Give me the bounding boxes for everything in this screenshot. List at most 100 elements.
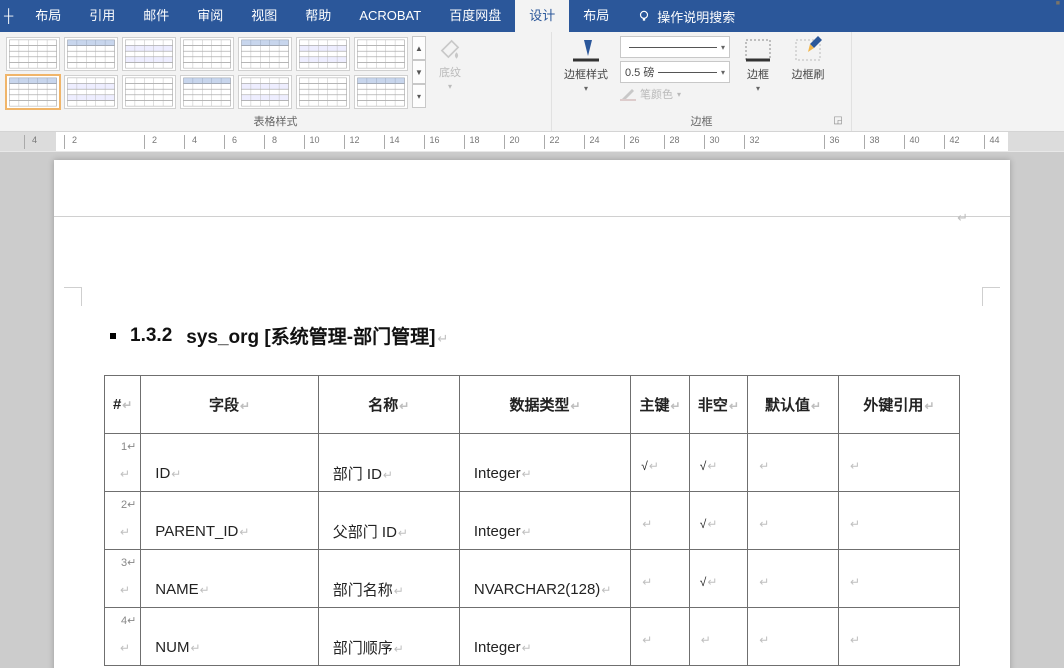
gallery-more-button[interactable]: ▾ (412, 84, 426, 108)
table-cell[interactable]: 部门顺序↵ (318, 608, 459, 666)
table-header-cell[interactable]: #↵ (105, 376, 141, 434)
table-cell[interactable]: 1↵↵ (105, 434, 141, 492)
table-cell[interactable]: ↵ (838, 550, 959, 608)
table-style-thumb[interactable] (6, 37, 60, 71)
table-style-thumb[interactable] (122, 75, 176, 109)
ribbon-tab-baidu[interactable]: 百度网盘 (435, 0, 515, 32)
table-style-thumb[interactable] (6, 75, 60, 109)
table-style-thumb[interactable] (296, 75, 350, 109)
table-style-thumb[interactable] (354, 75, 408, 109)
lightbulb-icon (637, 9, 651, 23)
margin-corner-tl (54, 260, 82, 288)
table-cell[interactable]: NVARCHAR2(128)↵ (459, 550, 630, 608)
border-btn-label: 边框 (747, 66, 769, 82)
table-cell[interactable]: ↵ (838, 492, 959, 550)
table-cell[interactable]: ID↵ (141, 434, 318, 492)
table-cell[interactable]: √↵ (689, 492, 747, 550)
table-cell[interactable]: ↵ (689, 608, 747, 666)
heading-row[interactable]: 1.3.2 sys_org [系统管理-部门管理]↵ (104, 322, 960, 349)
table-cell[interactable]: PARENT_ID↵ (141, 492, 318, 550)
table-cell[interactable]: 4↵↵ (105, 608, 141, 666)
heading-bullet-icon (110, 333, 116, 339)
borders-dialog-launcher[interactable]: ◲ (831, 115, 845, 129)
border-line-style-combo[interactable]: ▾ (620, 36, 730, 58)
margin-corner-tr (982, 260, 1010, 288)
table-style-thumb[interactable] (64, 37, 118, 71)
table-cell[interactable]: 父部门 ID↵ (318, 492, 459, 550)
table-header-cell[interactable]: 名称↵ (318, 376, 459, 434)
table-style-thumb[interactable] (354, 37, 408, 71)
table-cell[interactable]: ↵ (631, 608, 689, 666)
table-cell[interactable]: √↵ (631, 434, 689, 492)
gallery-down-button[interactable]: ▼ (412, 60, 426, 84)
shading-button[interactable]: 底纹 ▾ (426, 36, 474, 91)
table-row[interactable]: 2↵↵PARENT_ID↵父部门 ID↵Integer↵↵√↵↵↵ (105, 492, 960, 550)
ribbon-tab-mail[interactable]: 邮件 (129, 0, 183, 32)
table-cell[interactable]: ↵ (748, 492, 839, 550)
table-cell[interactable]: √↵ (689, 550, 747, 608)
table-styles-gallery[interactable]: ▲ ▼ ▾ (6, 36, 426, 110)
table-style-thumb[interactable] (122, 37, 176, 71)
table-cell[interactable]: ↵ (631, 492, 689, 550)
horizontal-ruler[interactable]: 4224681012141618202224262830323638404244 (0, 132, 1064, 152)
ribbon-tab-design[interactable]: 设计 (515, 0, 569, 32)
border-painter-button[interactable]: 边框刷 (786, 36, 830, 82)
table-header-cell[interactable]: 数据类型↵ (459, 376, 630, 434)
table-cell[interactable]: 部门名称↵ (318, 550, 459, 608)
gallery-up-button[interactable]: ▲ (412, 36, 426, 60)
document-workspace[interactable]: ↵ 1.3.2 sys_org [系统管理-部门管理]↵ #↵字段↵名称↵数据类… (0, 152, 1064, 668)
table-cell[interactable]: Integer↵ (459, 608, 630, 666)
table-cell[interactable]: ↵ (748, 550, 839, 608)
ribbon-tab-layout1[interactable]: 布局 (21, 0, 75, 32)
group-label-borders: 边框 (691, 116, 713, 128)
table-cell[interactable]: ↵ (838, 434, 959, 492)
ribbon-tab-help[interactable]: 帮助 (291, 0, 345, 32)
table-header-cell[interactable]: 主键↵ (631, 376, 689, 434)
table-style-thumb[interactable] (180, 37, 234, 71)
ribbon-tabs: ┼ 布局 引用 邮件 审阅 视图 帮助 ACROBAT 百度网盘 设计 布局 操… (0, 0, 1064, 32)
table-cell[interactable]: √↵ (689, 434, 747, 492)
table-header-cell[interactable]: 字段↵ (141, 376, 318, 434)
heading-number: 1.3.2 (130, 325, 172, 347)
table-cell[interactable]: Integer↵ (459, 434, 630, 492)
table-style-thumb[interactable] (296, 37, 350, 71)
table-header-cell[interactable]: 非空↵ (689, 376, 747, 434)
border-split-button[interactable]: 边框 ▾ (736, 36, 780, 93)
table-cell[interactable]: ↵ (631, 550, 689, 608)
table-style-thumb[interactable] (238, 75, 292, 109)
table-cell[interactable]: NUM↵ (141, 608, 318, 666)
table-cell[interactable]: 3↵↵ (105, 550, 141, 608)
db-table[interactable]: #↵字段↵名称↵数据类型↵主键↵非空↵默认值↵外键引用↵ 1↵↵ID↵部门 ID… (104, 375, 960, 666)
ribbon-tab-review[interactable]: 审阅 (183, 0, 237, 32)
table-cell[interactable]: 部门 ID↵ (318, 434, 459, 492)
table-header-cell[interactable]: 默认值↵ (748, 376, 839, 434)
table-header-cell[interactable]: 外键引用↵ (838, 376, 959, 434)
table-cell[interactable]: NAME↵ (141, 550, 318, 608)
table-style-thumb[interactable] (64, 75, 118, 109)
table-cell[interactable]: Integer↵ (459, 492, 630, 550)
table-row[interactable]: 4↵↵NUM↵部门顺序↵Integer↵↵↵↵↵ (105, 608, 960, 666)
ribbon-tab-layout2[interactable]: 布局 (569, 0, 623, 32)
table-style-thumb[interactable] (238, 37, 292, 71)
table-cell[interactable]: 2↵↵ (105, 492, 141, 550)
ribbon-body: ▲ ▼ ▾ 底纹 ▾ 表格样式 边框样式 ▾ ▾ 0.5 磅▾ (0, 32, 1064, 132)
border-weight-combo[interactable]: 0.5 磅▾ (620, 61, 730, 83)
ribbon-tab-frag[interactable]: ┼ (0, 0, 21, 32)
border-style-button[interactable]: 边框样式 ▾ (558, 36, 614, 93)
ribbon-tab-view[interactable]: 视图 (237, 0, 291, 32)
pen-color-label: 笔颜色 (640, 86, 673, 102)
table-row[interactable]: 3↵↵NAME↵部门名称↵NVARCHAR2(128)↵↵√↵↵↵ (105, 550, 960, 608)
ribbon-tab-references[interactable]: 引用 (75, 0, 129, 32)
pen-icon (620, 87, 636, 101)
border-combos: ▾ 0.5 磅▾ 笔颜色▾ (620, 36, 730, 102)
table-style-thumb[interactable] (180, 75, 234, 109)
pen-color-button[interactable]: 笔颜色▾ (620, 86, 730, 102)
paragraph-mark: ↵ (957, 210, 968, 226)
table-cell[interactable]: ↵ (838, 608, 959, 666)
table-cell[interactable]: ↵ (748, 434, 839, 492)
table-row[interactable]: 1↵↵ID↵部门 ID↵Integer↵√↵√↵↵↵ (105, 434, 960, 492)
ribbon-tab-acrobat[interactable]: ACROBAT (345, 0, 435, 32)
bucket-icon (437, 36, 463, 62)
tell-me-search[interactable]: 操作说明搜索 (623, 7, 749, 26)
table-cell[interactable]: ↵ (748, 608, 839, 666)
